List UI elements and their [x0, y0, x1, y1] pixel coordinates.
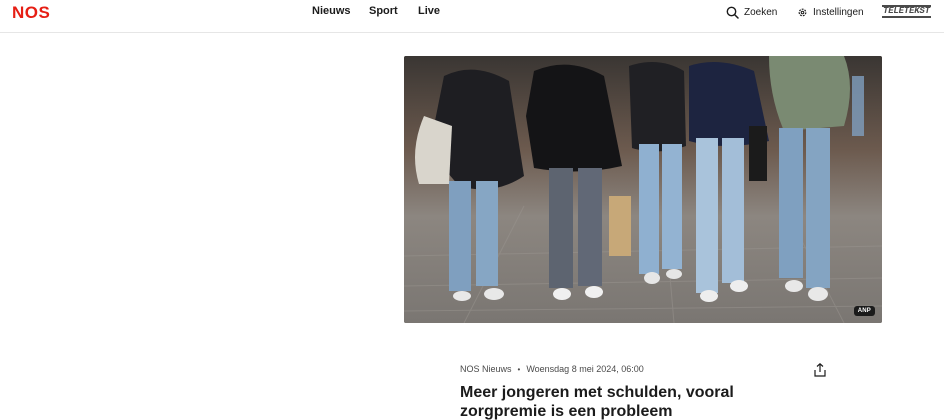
search-icon	[726, 6, 739, 19]
photo-credit-badge: ANP	[853, 306, 875, 316]
nos-logo[interactable]: NOS	[12, 3, 50, 23]
share-button[interactable]	[812, 362, 828, 378]
settings-label: Instellingen	[813, 6, 864, 18]
share-icon	[814, 362, 826, 377]
site-header: NOS Nieuws Sport Live Zoeken Instellinge…	[0, 0, 944, 33]
nav-item-nieuws[interactable]: Nieuws	[312, 5, 351, 19]
teletekst-link[interactable]: TELETEKST	[882, 5, 931, 18]
meta-separator: •	[517, 364, 521, 374]
article-title[interactable]: Meer jongeren met schulden, vooral zorgp…	[460, 383, 810, 420]
article-date: Woensdag 8 mei 2024, 06:00	[526, 364, 644, 374]
article-source[interactable]: NOS Nieuws	[460, 364, 512, 374]
search-button[interactable]: Zoeken	[726, 5, 777, 19]
nav-item-sport[interactable]: Sport	[369, 5, 398, 19]
hero-image: ANP	[404, 56, 882, 323]
nav-item-live[interactable]: Live	[418, 5, 440, 19]
gear-icon	[798, 8, 807, 16]
search-label: Zoeken	[744, 6, 778, 18]
settings-button[interactable]: Instellingen	[797, 5, 864, 19]
article-meta: NOS Nieuws • Woensdag 8 mei 2024, 06:00	[460, 364, 644, 374]
hero-photo	[404, 56, 882, 323]
